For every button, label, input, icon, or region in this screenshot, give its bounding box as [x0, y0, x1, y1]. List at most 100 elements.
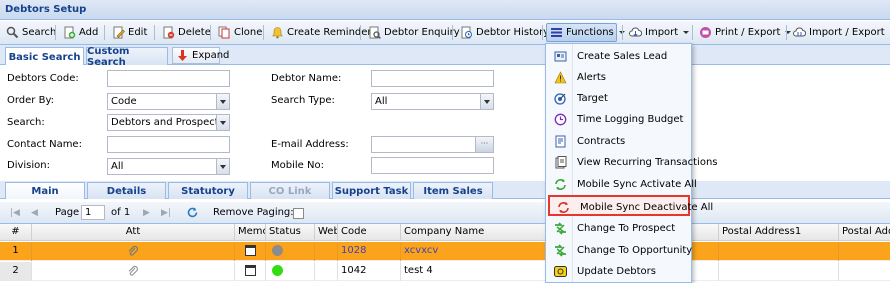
- clone-icon: [218, 26, 230, 39]
- code-cell[interactable]: 1042: [338, 262, 401, 281]
- sync-deactivate-icon: [558, 202, 569, 213]
- tab-support-task[interactable]: Support Task: [332, 182, 411, 199]
- sales-lead-icon: [554, 51, 567, 62]
- expand-button[interactable]: Expand: [172, 47, 229, 64]
- menu-item-create-sales-lead[interactable]: Create Sales Lead: [547, 46, 691, 67]
- order-by-select[interactable]: Code: [107, 93, 230, 110]
- search-scope-select[interactable]: Debtors and Prospects L: [107, 114, 230, 131]
- paperclip-icon: [128, 245, 139, 256]
- search-scope-value: Debtors and Prospects L: [111, 117, 230, 128]
- time-logging-icon: [554, 113, 567, 126]
- debtors-code-field[interactable]: [107, 70, 230, 87]
- code-cell[interactable]: 1028: [338, 242, 401, 261]
- tab-details[interactable]: Details: [87, 182, 166, 199]
- tab-statutory[interactable]: Statutory: [168, 182, 248, 199]
- print-export-label: Print / Export: [715, 27, 781, 38]
- menu-item-view-recurring[interactable]: View Recurring Transactions: [547, 152, 718, 173]
- menu-item-target[interactable]: Target: [547, 88, 691, 109]
- chevron-down-icon[interactable]: [216, 159, 229, 174]
- chevron-down-icon[interactable]: [480, 94, 493, 109]
- table-row[interactable]: 1 1028 xcvxcv: [0, 242, 890, 261]
- mobile-field[interactable]: [371, 157, 494, 174]
- contracts-icon: [555, 135, 566, 148]
- menu-item-mobile-sync-deactivate[interactable]: Mobile Sync Deactivate All: [548, 195, 713, 216]
- attachment-cell[interactable]: [32, 242, 235, 261]
- next-page-icon[interactable]: ▶: [143, 208, 153, 218]
- search-icon: [6, 26, 19, 39]
- col-header-postal-address2[interactable]: Postal Addre: [839, 224, 890, 241]
- target-icon: [554, 93, 566, 105]
- menu-item-label: Contracts: [577, 136, 626, 147]
- refresh-icon[interactable]: [186, 206, 199, 219]
- web-cell: [315, 242, 338, 261]
- col-header-code[interactable]: Code: [338, 224, 401, 241]
- col-header-postal-address1[interactable]: Postal Address1: [719, 224, 839, 241]
- menu-item-time-logging-budget[interactable]: Time Logging Budget: [547, 109, 691, 130]
- memo-cell[interactable]: [235, 262, 266, 281]
- print-export-button[interactable]: Print / Export: [696, 23, 794, 42]
- edit-button-label: Edit: [128, 27, 148, 38]
- tab-main[interactable]: Main: [5, 182, 85, 199]
- table-row[interactable]: 2 1042 test 4: [0, 262, 890, 281]
- debtor-enquiry-button[interactable]: Debtor Enquiry: [365, 23, 463, 42]
- menu-item-contracts[interactable]: Contracts: [547, 131, 691, 152]
- attachment-cell[interactable]: [32, 262, 235, 281]
- bell-icon: [272, 27, 283, 39]
- search-type-value: All: [375, 96, 388, 107]
- edit-button[interactable]: Edit: [109, 23, 150, 42]
- menu-item-update-debtors[interactable]: Update Debtors: [547, 261, 691, 282]
- menu-item-mobile-sync-activate[interactable]: Mobile Sync Activate All: [547, 174, 697, 195]
- debtor-name-label: Debtor Name:: [271, 73, 342, 84]
- tab-custom-search[interactable]: Custom Search: [86, 46, 168, 68]
- print-icon: [700, 27, 711, 38]
- menu-item-label: View Recurring Transactions: [577, 157, 718, 168]
- import-button[interactable]: Import: [626, 23, 692, 42]
- menu-item-label: Time Logging Budget: [577, 114, 684, 125]
- memo-cell[interactable]: [235, 242, 266, 261]
- col-header-number[interactable]: #: [0, 224, 32, 241]
- col-header-memo[interactable]: Memo: [235, 224, 266, 241]
- menu-item-change-to-prospect[interactable]: Change To Prospect: [547, 218, 691, 239]
- search-scope-label: Search:: [7, 117, 45, 128]
- main-toolbar: Search Add Edit Delete Clone Create Remi…: [0, 21, 890, 45]
- import-label: Import: [645, 27, 679, 38]
- toolbar-separator: [210, 25, 211, 40]
- col-header-status[interactable]: Status: [266, 224, 315, 241]
- division-label: Division:: [7, 160, 50, 171]
- remove-paging-checkbox[interactable]: [293, 208, 304, 219]
- menu-item-change-to-opportunity[interactable]: Change To Opportunity: [547, 240, 693, 261]
- tab-basic-search[interactable]: Basic Search: [5, 47, 84, 66]
- last-page-icon[interactable]: ▶|: [161, 208, 171, 218]
- search-type-select[interactable]: All: [371, 93, 494, 110]
- menu-item-label: Change To Opportunity: [577, 245, 693, 256]
- add-button[interactable]: Add: [60, 23, 101, 42]
- email-field[interactable]: ···: [371, 136, 494, 153]
- menu-item-label: Target: [577, 93, 608, 104]
- tab-item-sales[interactable]: Item Sales: [413, 182, 493, 199]
- menu-item-alerts[interactable]: Alerts: [547, 67, 691, 88]
- col-header-att[interactable]: Att: [32, 224, 235, 241]
- toolbar-separator: [154, 25, 155, 40]
- import-export-button[interactable]: Import / Export: [790, 23, 890, 42]
- clone-button[interactable]: Clone: [215, 23, 265, 42]
- delete-button[interactable]: Delete: [159, 23, 214, 42]
- page-number-input[interactable]: 1: [81, 205, 105, 220]
- toolbar-separator: [360, 25, 361, 40]
- debtor-name-field[interactable]: [371, 70, 494, 87]
- chevron-down-icon[interactable]: [216, 115, 229, 130]
- debtor-history-button[interactable]: Debtor History: [457, 23, 552, 42]
- more-options-icon[interactable]: ···: [475, 137, 493, 152]
- functions-button[interactable]: Functions: [546, 23, 625, 42]
- change-prospect-icon: [555, 222, 566, 235]
- division-select[interactable]: All: [107, 158, 230, 175]
- previous-page-icon[interactable]: ◀: [31, 208, 41, 218]
- chevron-down-icon[interactable]: [216, 94, 229, 109]
- contact-name-field[interactable]: [107, 136, 230, 153]
- create-reminder-button[interactable]: Create Reminder: [268, 23, 375, 42]
- toolbar-separator: [263, 25, 264, 40]
- debtor-history-label: Debtor History: [476, 27, 550, 38]
- first-page-icon[interactable]: |◀: [10, 208, 20, 218]
- toolbar-separator: [786, 25, 787, 40]
- search-button[interactable]: Search: [3, 23, 59, 42]
- col-header-web[interactable]: Web: [315, 224, 338, 241]
